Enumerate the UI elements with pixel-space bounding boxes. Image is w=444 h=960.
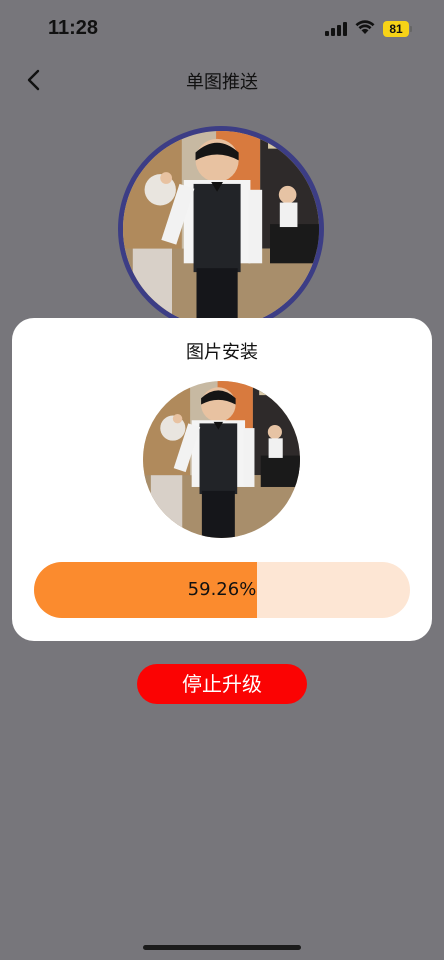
page-title: 单图推送 [186,72,258,93]
battery-icon: 81 [383,21,409,37]
battery-tip [410,26,412,32]
home-indicator [143,945,301,950]
dialog-title: 图片安装 [186,342,258,363]
nav-bar: 单图推送 [0,58,444,102]
wifi-icon [355,20,375,34]
progress-label: 59.26% [187,579,257,600]
cellular-signal-icon [325,22,349,36]
status-bar: 11:28 81 [0,0,444,58]
status-time: 11:28 [48,17,99,39]
install-dialog: 图片安装 59.26% [12,318,432,641]
preview-photo [118,126,324,332]
stop-upgrade-button[interactable]: 停止升级 [137,664,307,704]
progress-bar: 59.26% [34,562,410,618]
install-photo [143,381,300,538]
